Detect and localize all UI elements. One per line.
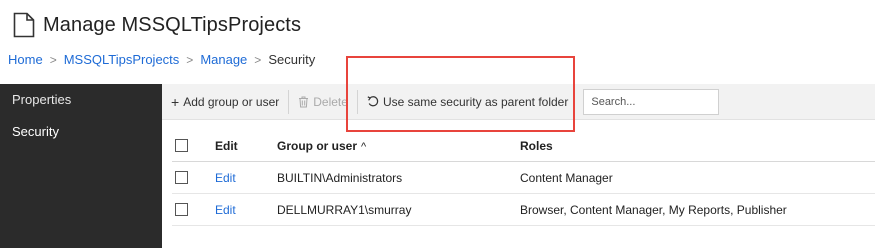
select-all-checkbox[interactable]: [175, 139, 188, 152]
delete-label: Delete: [313, 94, 348, 109]
row-group-cell: BUILTIN\Administrators: [277, 170, 403, 185]
row-checkbox[interactable]: [175, 171, 188, 184]
breadcrumb-folder[interactable]: MSSQLTipsProjects: [64, 52, 180, 67]
inherit-security-button[interactable]: Use same security as parent folder: [358, 84, 577, 119]
edit-link[interactable]: Edit: [215, 203, 236, 217]
breadcrumb-manage[interactable]: Manage: [200, 52, 247, 67]
breadcrumb-separator: >: [49, 52, 57, 67]
column-header-group-label: Group or user: [277, 138, 358, 153]
undo-icon: [367, 95, 379, 106]
trash-icon: [299, 96, 309, 107]
select-all-cell: [172, 139, 215, 152]
row-check-cell: [172, 171, 215, 184]
add-group-button[interactable]: + Add group or user: [162, 84, 288, 119]
plus-icon: +: [171, 93, 180, 110]
main-content: + Add group or user Delete Use same secu…: [162, 84, 875, 248]
column-header-edit: Edit: [215, 138, 238, 153]
row-check-cell: [172, 203, 215, 216]
sort-ascending-icon: ^: [361, 140, 367, 153]
breadcrumb-separator: >: [186, 52, 194, 67]
document-icon: [13, 12, 35, 38]
add-group-label: Add group or user: [183, 94, 280, 109]
row-edit-cell: Edit: [215, 171, 277, 185]
breadcrumb-current: Security: [268, 52, 316, 67]
title-row: Manage MSSQLTipsProjects: [13, 10, 301, 40]
breadcrumb-home[interactable]: Home: [8, 52, 43, 67]
table-row: Edit DELLMURRAY1\smurray Browser, Conten…: [172, 194, 875, 226]
sidebar-item-security[interactable]: Security: [0, 116, 162, 148]
page-title: Manage MSSQLTipsProjects: [43, 13, 302, 36]
breadcrumb: Home > MSSQLTipsProjects > Manage > Secu…: [8, 52, 315, 67]
permissions-table: Edit Group or user ^ Roles Edit BUILTIN\A…: [172, 130, 875, 226]
row-edit-cell: Edit: [215, 203, 277, 217]
page-header: Manage MSSQLTipsProjects Home > MSSQLTip…: [0, 0, 875, 82]
row-roles-cell: Content Manager: [520, 170, 613, 185]
breadcrumb-separator: >: [254, 52, 262, 67]
search-input[interactable]: [583, 88, 720, 115]
column-header-roles: Roles: [520, 138, 553, 153]
table-row: Edit BUILTIN\Administrators Content Mana…: [172, 162, 875, 194]
row-group-cell: DELLMURRAY1\smurray: [277, 202, 412, 217]
row-checkbox[interactable]: [175, 203, 188, 216]
sidebar: Properties Security: [0, 84, 162, 248]
delete-button[interactable]: Delete: [289, 84, 357, 119]
toolbar: + Add group or user Delete Use same secu…: [162, 84, 875, 120]
table-header-row: Edit Group or user ^ Roles: [172, 130, 875, 162]
inherit-security-label: Use same security as parent folder: [382, 94, 569, 109]
row-roles-cell: Browser, Content Manager, My Reports, Pu…: [520, 202, 787, 217]
column-header-group[interactable]: Group or user ^: [277, 139, 520, 153]
sidebar-item-properties[interactable]: Properties: [0, 84, 162, 116]
edit-link[interactable]: Edit: [215, 171, 236, 185]
